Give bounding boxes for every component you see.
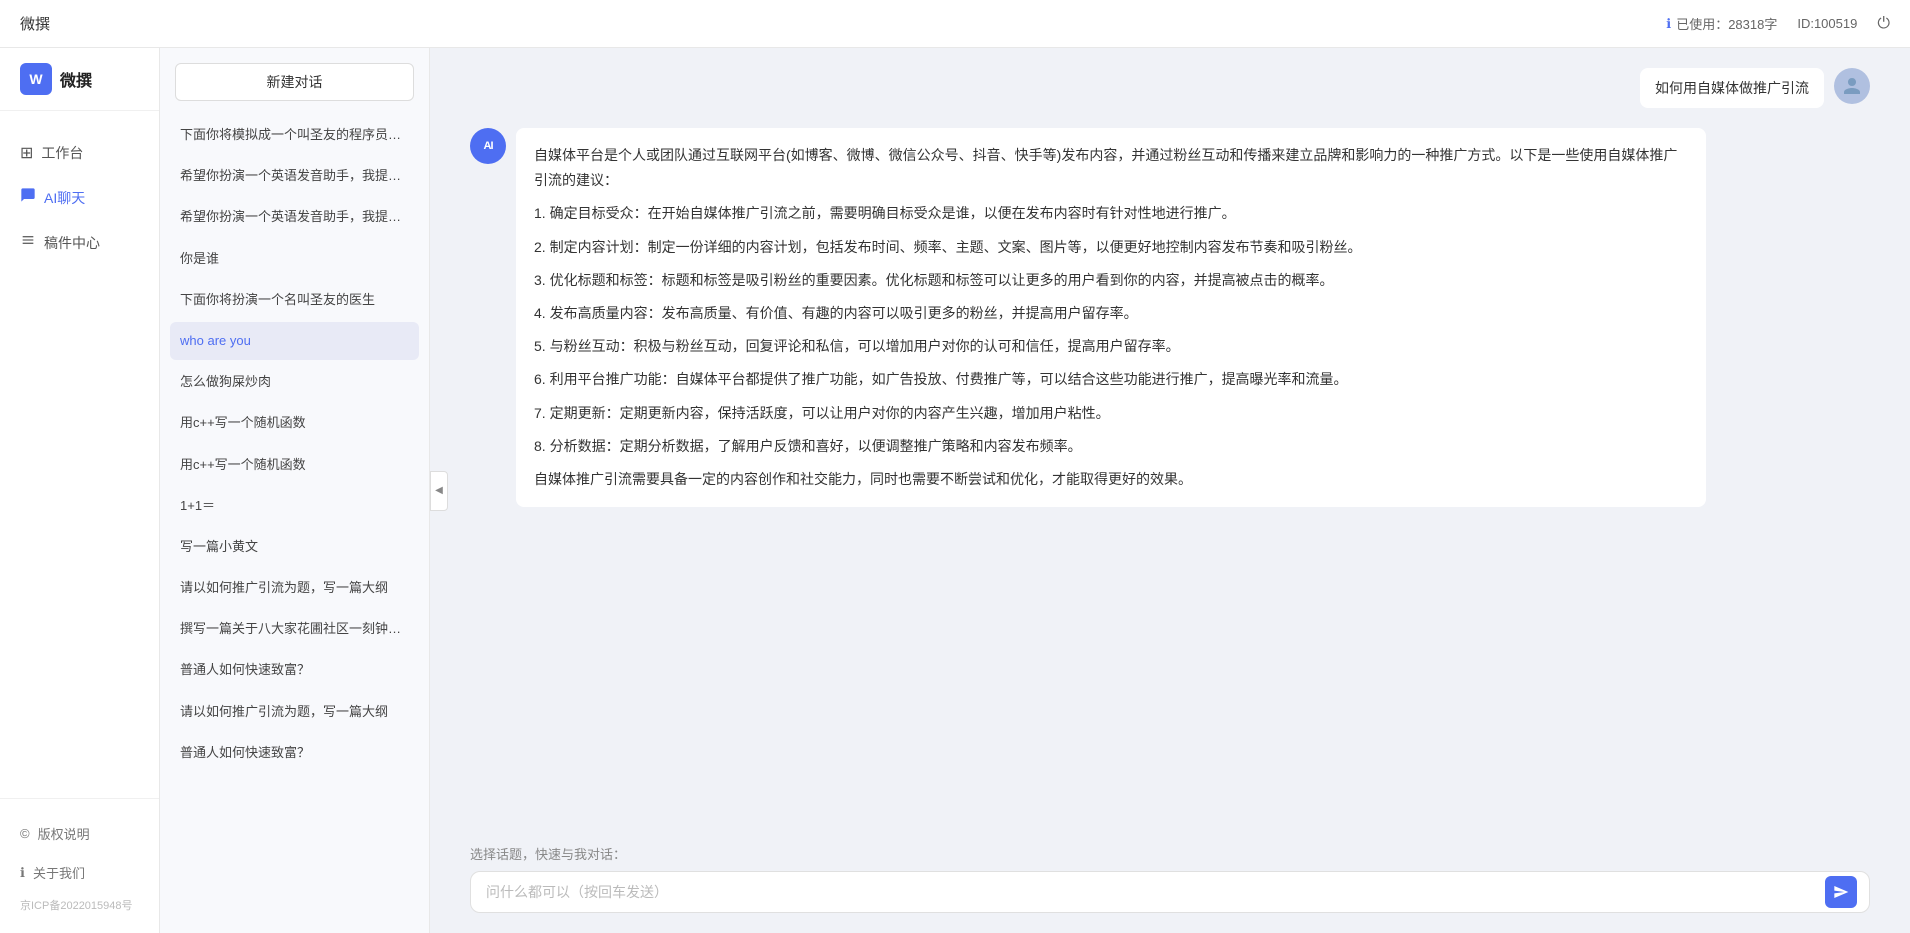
chat-input[interactable]: [486, 884, 1819, 900]
usage-icon: ℹ: [1666, 16, 1671, 32]
sidebar-item-label: AI聊天: [44, 188, 85, 208]
list-item[interactable]: 1+1＝: [170, 487, 419, 525]
topbar-title: 微撰: [20, 13, 50, 34]
ai-text-para: 1. 确定目标受众：在开始自媒体推广引流之前，需要明确目标受众是谁，以便在发布内…: [534, 201, 1688, 226]
topbar-right: ℹ 已使用：28318字 ID:100519 ⏻: [1666, 14, 1890, 33]
logo-text: 微撰: [60, 67, 92, 91]
list-item[interactable]: 用c++写一个随机函数: [170, 446, 419, 484]
sidebar-item-label: 稿件中心: [44, 233, 100, 253]
ai-text-para: 4. 发布高质量内容：发布高质量、有价值、有趣的内容可以吸引更多的粉丝，并提高用…: [534, 301, 1688, 326]
list-item[interactable]: 普通人如何快速致富？: [170, 651, 419, 689]
chevron-left-icon: ◀: [435, 485, 443, 496]
ai-text-para: 2. 制定内容计划：制定一份详细的内容计划，包括发布时间、频率、主题、文案、图片…: [534, 235, 1688, 260]
sidebar-item-copyright[interactable]: © 版权说明: [0, 814, 159, 853]
icp-text: 京ICP备2022015948号: [0, 892, 159, 918]
ai-text-para: 6. 利用平台推广功能：自媒体平台都提供了推广功能，如广告投放、付费推广等，可以…: [534, 367, 1688, 392]
list-item[interactable]: 你是谁: [170, 240, 419, 278]
sidebar-item-workspace[interactable]: ⊞ 工作台: [0, 131, 159, 175]
conversation-list: 下面你将模拟成一个叫圣友的程序员，我说... 希望你扮演一个英语发音助手，我提供…: [160, 111, 429, 933]
user-bubble: 如何用自媒体做推广引流: [1640, 68, 1824, 108]
ai-message: AI 自媒体平台是个人或团队通过互联网平台(如博客、微博、微信公众号、抖音、快手…: [470, 128, 1870, 507]
list-item[interactable]: 希望你扮演一个英语发音助手，我提供给你...: [170, 157, 419, 195]
about-icon: ℹ: [20, 865, 25, 881]
power-icon[interactable]: ⏻: [1877, 15, 1890, 33]
sidebar-item-label: 版权说明: [38, 824, 90, 843]
user-message: 如何用自媒体做推广引流: [470, 68, 1870, 108]
logo-icon: W: [20, 63, 52, 95]
sidebar-item-label: 关于我们: [33, 863, 85, 882]
ai-text-para: 自媒体推广引流需要具备一定的内容创作和社交能力，同时也需要不断尝试和优化，才能取…: [534, 467, 1688, 492]
sidebar-item-about[interactable]: ℹ 关于我们: [0, 853, 159, 892]
ai-text-para: 自媒体平台是个人或团队通过互联网平台(如博客、微博、微信公众号、抖音、快手等)发…: [534, 143, 1688, 193]
ai-bubble: 自媒体平台是个人或团队通过互联网平台(如博客、微博、微信公众号、抖音、快手等)发…: [516, 128, 1706, 507]
input-box: [470, 871, 1870, 913]
sidebar-bottom: © 版权说明 ℹ 关于我们 京ICP备2022015948号: [0, 798, 159, 933]
chat-input-area: 选择话题，快速与我对话：: [430, 834, 1910, 933]
workspace-icon: ⊞: [20, 143, 33, 163]
sidebar-item-components[interactable]: 稿件中心: [0, 220, 159, 265]
list-item[interactable]: 普通人如何快速致富？: [170, 734, 419, 772]
user-id: ID:100519: [1797, 16, 1857, 31]
new-conversation-button[interactable]: 新建对话: [175, 63, 414, 101]
user-message-text: 如何用自媒体做推广引流: [1655, 80, 1809, 96]
chat-messages: 如何用自媒体做推广引流 AI 自媒体平台是个人或团队通过互联网平台(如博客、微博…: [430, 48, 1910, 834]
ai-avatar: AI: [470, 128, 506, 164]
list-item[interactable]: 用c++写一个随机函数: [170, 404, 419, 442]
list-item[interactable]: 怎么做狗屎炒肉: [170, 363, 419, 401]
sidebar: W 微撰 ⊞ 工作台 AI聊天 稿件中心 ©: [0, 48, 160, 933]
conv-panel: 新建对话 下面你将模拟成一个叫圣友的程序员，我说... 希望你扮演一个英语发音助…: [160, 48, 430, 933]
ai-avatar-text: AI: [484, 140, 493, 152]
usage-info: ℹ 已使用：28318字: [1666, 14, 1777, 33]
quick-topics-label: 选择话题，快速与我对话：: [470, 844, 1870, 863]
list-item[interactable]: 请以如何推广引流为题，写一篇大纲: [170, 569, 419, 607]
copyright-icon: ©: [20, 826, 30, 841]
topbar: 微撰 ℹ 已使用：28318字 ID:100519 ⏻: [0, 0, 1910, 48]
sidebar-nav: ⊞ 工作台 AI聊天 稿件中心: [0, 111, 159, 798]
usage-text: 已使用：28318字: [1676, 14, 1777, 33]
list-item[interactable]: 下面你将扮演一个名叫圣友的医生: [170, 281, 419, 319]
list-item[interactable]: 下面你将模拟成一个叫圣友的程序员，我说...: [170, 116, 419, 154]
chat-icon: [20, 187, 36, 208]
collapse-button[interactable]: ◀: [430, 471, 448, 511]
ai-text-para: 8. 分析数据：定期分析数据，了解用户反馈和喜好，以便调整推广策略和内容发布频率…: [534, 434, 1688, 459]
components-icon: [20, 232, 36, 253]
list-item[interactable]: who are you: [170, 322, 419, 360]
ai-text-para: 7. 定期更新：定期更新内容，保持活跃度，可以让用户对你的内容产生兴趣，增加用户…: [534, 401, 1688, 426]
sidebar-item-label: 工作台: [41, 143, 83, 163]
send-button[interactable]: [1825, 876, 1857, 908]
list-item[interactable]: 请以如何推广引流为题，写一篇大纲: [170, 693, 419, 731]
list-item[interactable]: 写一篇小黄文: [170, 528, 419, 566]
chat-area: 如何用自媒体做推广引流 AI 自媒体平台是个人或团队通过互联网平台(如博客、微博…: [430, 48, 1910, 933]
user-avatar: [1834, 68, 1870, 104]
main-layout: W 微撰 ⊞ 工作台 AI聊天 稿件中心 ©: [0, 48, 1910, 933]
ai-text-para: 3. 优化标题和标签：标题和标签是吸引粉丝的重要因素。优化标题和标签可以让更多的…: [534, 268, 1688, 293]
list-item[interactable]: 撰写一篇关于八大家花圃社区一刻钟便民生...: [170, 610, 419, 648]
ai-text-para: 5. 与粉丝互动：积极与粉丝互动，回复评论和私信，可以增加用户对你的认可和信任，…: [534, 334, 1688, 359]
list-item[interactable]: 希望你扮演一个英语发音助手，我提供给你...: [170, 198, 419, 236]
sidebar-item-ai-chat[interactable]: AI聊天: [0, 175, 159, 220]
